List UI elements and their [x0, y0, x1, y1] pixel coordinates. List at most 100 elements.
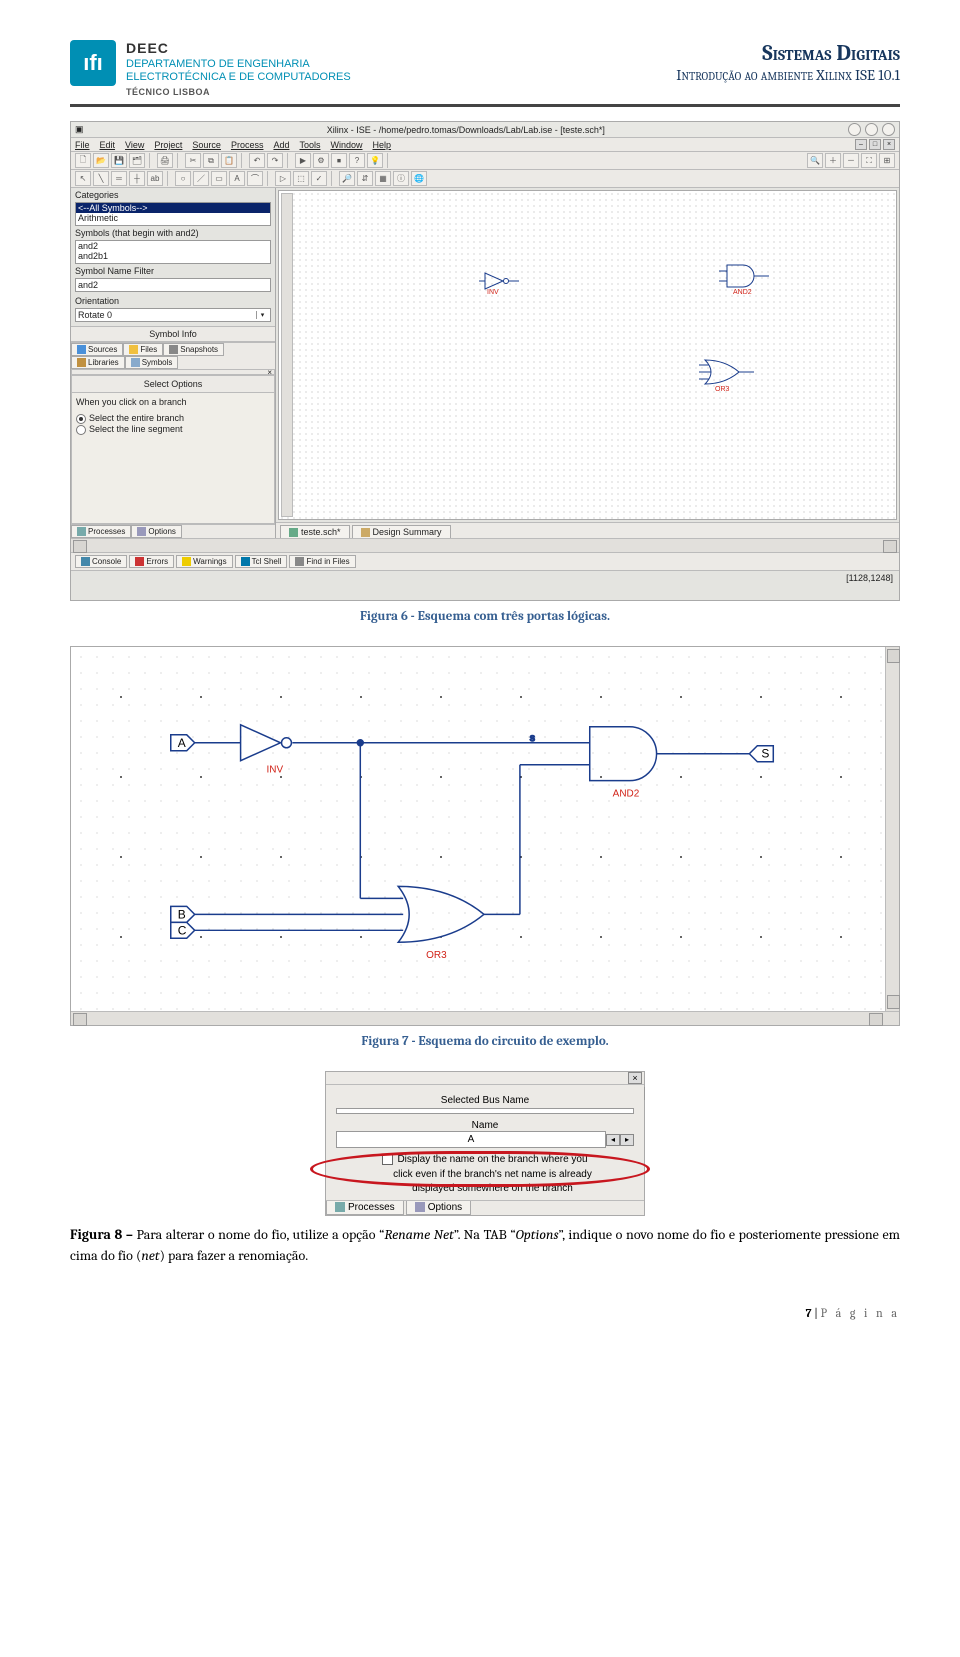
tab-console[interactable]: Console — [75, 555, 127, 568]
tab-findfiles[interactable]: Find in Files — [289, 555, 355, 568]
tb-zoom-area-icon[interactable]: 🔍 — [807, 153, 823, 168]
tb-line-icon[interactable]: ／ — [193, 171, 209, 186]
tb-stop-icon[interactable]: ⏹ — [331, 153, 347, 168]
menu-tools[interactable]: Tools — [299, 140, 320, 150]
process-tabs: Processes Options — [71, 524, 275, 538]
tab-processes[interactable]: Processes — [71, 525, 131, 538]
tb-copy-icon[interactable]: ⧉ — [203, 153, 219, 168]
tb-redo-icon[interactable]: ↷ — [267, 153, 283, 168]
symbol-item-and2b1[interactable]: and2b1 — [76, 251, 270, 261]
spin-left-button[interactable]: ◂ — [606, 1134, 620, 1146]
tb-print-icon[interactable]: 🖨 — [157, 153, 173, 168]
opt-tab-options[interactable]: Options — [406, 1201, 471, 1215]
tb-find-icon[interactable]: 🔎 — [339, 171, 355, 186]
tb-zoom-full-icon[interactable]: ⊞ — [879, 153, 895, 168]
menu-source[interactable]: Source — [192, 140, 221, 150]
menu-window[interactable]: Window — [330, 140, 362, 150]
tab-options[interactable]: Options — [131, 525, 182, 538]
tb-synth-icon[interactable]: ▶ — [295, 153, 311, 168]
mdi-min-button[interactable]: – — [855, 139, 867, 150]
category-item-arithmetic[interactable]: Arithmetic — [76, 213, 270, 223]
spin-right-button[interactable]: ▸ — [620, 1134, 634, 1146]
mdi-restore-button[interactable]: □ — [869, 139, 881, 150]
tb-bus-icon[interactable]: ═ — [111, 171, 127, 186]
symbol-item-and2[interactable]: and2 — [76, 241, 270, 251]
tb-text-icon[interactable]: A — [229, 171, 245, 186]
bottom-tabs: Console Errors Warnings Tcl Shell Find i… — [71, 552, 899, 570]
categories-list[interactable]: <--All Symbols--> Arithmetic — [75, 202, 271, 226]
tb-symbol-icon[interactable]: ⬚ — [293, 171, 309, 186]
selected-bus-input[interactable] — [336, 1108, 634, 1114]
menu-file[interactable]: File — [75, 140, 90, 150]
tb-wire-icon[interactable]: ╲ — [93, 171, 109, 186]
minimize-button[interactable] — [848, 123, 861, 136]
mini-and-gate[interactable]: AND2 — [719, 261, 769, 291]
tb-undo-icon[interactable]: ↶ — [249, 153, 265, 168]
mini-or-gate[interactable]: OR3 — [699, 356, 754, 388]
tb-grid-icon[interactable]: ▦ — [375, 171, 391, 186]
radio-entire-branch-label: Select the entire branch — [89, 413, 184, 423]
filter-label: Symbol Name Filter — [71, 264, 275, 278]
tb-zoom-out-icon[interactable]: － — [843, 153, 859, 168]
menu-project[interactable]: Project — [154, 140, 182, 150]
editor-tab-schematic[interactable]: teste.sch* — [280, 525, 350, 538]
doc-subtitle: Introdução ao ambiente Xilinx ISE 10.1 — [676, 66, 900, 84]
schematic-canvas[interactable]: INV AND2 OR3 — [278, 190, 897, 520]
maximize-button[interactable] — [865, 123, 878, 136]
tb-globe-icon[interactable]: 🌐 — [411, 171, 427, 186]
tb-net-icon[interactable]: ┼ — [129, 171, 145, 186]
editor-tab-summary[interactable]: Design Summary — [352, 525, 451, 538]
name-input[interactable]: A — [336, 1131, 606, 1148]
tab-files[interactable]: Files — [123, 343, 163, 356]
tb-hier-icon[interactable]: ⇵ — [357, 171, 373, 186]
tab-tclshell[interactable]: Tcl Shell — [235, 555, 288, 568]
tb-rect-icon[interactable]: ▭ — [211, 171, 227, 186]
radio-entire-branch[interactable] — [76, 414, 86, 424]
tab-snapshots[interactable]: Snapshots — [163, 343, 224, 356]
tb-netname-icon[interactable]: ab — [147, 171, 163, 186]
tb-port-icon[interactable]: ▷ — [275, 171, 291, 186]
tb-zoom-fit-icon[interactable]: ⛶ — [861, 153, 877, 168]
tb-check-icon[interactable]: ✓ — [311, 171, 327, 186]
tb-impl-icon[interactable]: ⚙ — [313, 153, 329, 168]
tb-help-icon[interactable]: ? — [349, 153, 365, 168]
filter-input[interactable]: and2 — [75, 278, 271, 292]
tb-paste-icon[interactable]: 📋 — [221, 153, 237, 168]
menu-view[interactable]: View — [125, 140, 144, 150]
tb-cut-icon[interactable]: ✂ — [185, 153, 201, 168]
mdi-close-button[interactable]: × — [883, 139, 895, 150]
tab-warnings[interactable]: Warnings — [176, 555, 233, 568]
tab-sources[interactable]: Sources — [71, 343, 123, 356]
mini-inv-gate[interactable]: INV — [479, 271, 519, 291]
panel-close-button[interactable]: × — [628, 1072, 642, 1084]
tb-zoom-in-icon[interactable]: ＋ — [825, 153, 841, 168]
symbols-list[interactable]: and2 and2b1 — [75, 240, 271, 264]
dropdown-arrow-icon[interactable]: ▾ — [256, 311, 268, 319]
bottom-scroll[interactable] — [71, 538, 899, 552]
radio-line-segment[interactable] — [76, 425, 86, 435]
tab-errors[interactable]: Errors — [129, 555, 174, 568]
tb-open-icon[interactable]: 📂 — [93, 153, 109, 168]
tb-select-icon[interactable]: ↖ — [75, 171, 91, 186]
menu-process[interactable]: Process — [231, 140, 264, 150]
tb-info-icon[interactable]: ⓘ — [393, 171, 409, 186]
scroll-h[interactable] — [71, 1011, 899, 1025]
tb-circle-icon[interactable]: ○ — [175, 171, 191, 186]
menu-edit[interactable]: Edit — [100, 140, 116, 150]
tb-saveall-icon[interactable]: 🗂 — [129, 153, 145, 168]
close-button[interactable] — [882, 123, 895, 136]
symbol-info-button[interactable]: Symbol Info — [71, 326, 275, 342]
tab-libraries[interactable]: Libraries — [71, 356, 125, 369]
scroll-v[interactable] — [885, 647, 899, 1011]
menu-add[interactable]: Add — [273, 140, 289, 150]
tab-symbols[interactable]: Symbols — [125, 356, 179, 369]
menu-help[interactable]: Help — [373, 140, 392, 150]
tb-new-icon[interactable]: 🗋 — [75, 153, 91, 168]
category-item-all[interactable]: <--All Symbols--> — [76, 203, 270, 213]
opt-tab-processes[interactable]: Processes — [326, 1201, 404, 1215]
display-name-checkbox[interactable] — [382, 1154, 393, 1165]
tb-save-icon[interactable]: 💾 — [111, 153, 127, 168]
orientation-select[interactable]: Rotate 0▾ — [75, 308, 271, 322]
tb-arc-icon[interactable]: ⌒ — [247, 171, 263, 186]
tb-bulb-icon[interactable]: 💡 — [367, 153, 383, 168]
